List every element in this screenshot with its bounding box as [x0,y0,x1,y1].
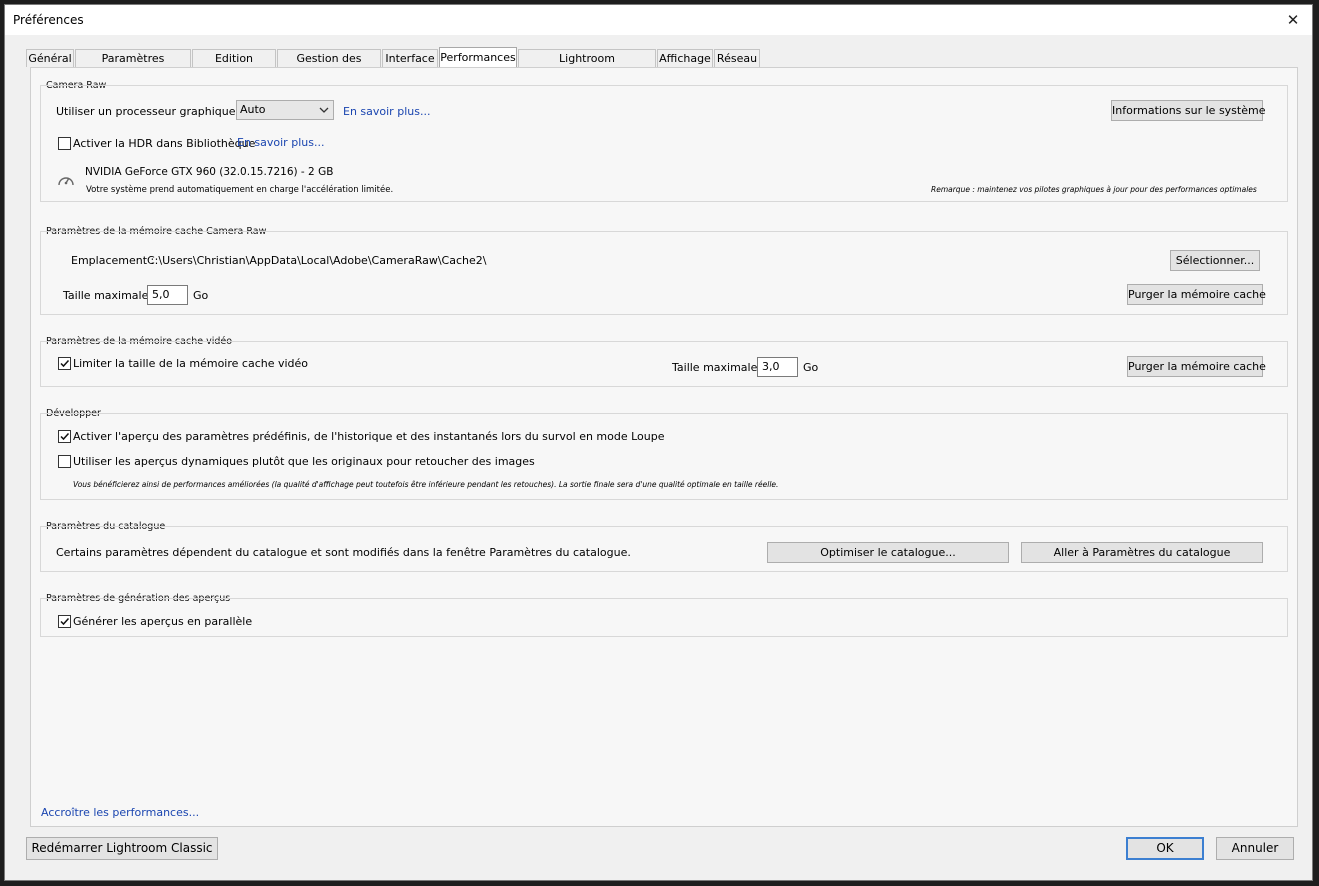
raw-unit: Go [193,289,209,302]
optimize-catalog-button-label: Optimiser le catalogue... [820,546,956,559]
tab-general[interactable]: Général [26,49,74,67]
system-info-button-label: Informations sur le système [1112,104,1266,117]
optimize-catalog-button[interactable]: Optimiser le catalogue... [767,542,1009,563]
parallel-previews-checkbox[interactable] [58,615,71,628]
more-performance-link[interactable]: Accroître les performances... [41,806,199,819]
system-info-button[interactable]: Informations sur le système [1111,100,1266,121]
goto-catalog-settings-button-label: Aller à Paramètres du catalogue [1053,546,1231,559]
smart-previews-note: Vous bénéficierez ainsi de performances … [73,480,779,489]
video-max-size-input[interactable]: 3,0 [757,357,798,377]
tab-external-editing[interactable]: Edition externe [192,49,276,83]
goto-catalog-settings-button[interactable]: Aller à Paramètres du catalogue [1021,542,1263,563]
loupe-preview-label: Activer l'aperçu des paramètres prédéfin… [73,430,665,443]
raw-max-size-label: Taille maximale : [63,289,156,302]
checkmark-icon [60,432,70,441]
ok-button[interactable]: OK [1126,837,1204,860]
location-value: C:\Users\Christian\AppData\Local\Adobe\C… [147,254,487,267]
tab-network[interactable]: Réseau [714,49,760,67]
location-label: Emplacement : [71,254,155,267]
limit-video-cache-checkbox[interactable] [58,357,71,370]
hdr-checkbox[interactable] [58,137,71,150]
driver-note: Remarque : maintenez vos pilotes graphiq… [931,185,1257,194]
video-purge-button[interactable]: Purger la mémoire cache [1127,356,1266,377]
restart-lightroom-button-label: Redémarrer Lightroom Classic [31,841,213,855]
smart-previews-label: Utiliser les aperçus dynamiques plutôt q… [73,455,535,468]
hdr-label: Activer la HDR dans Bibliothèque [73,137,256,150]
select-location-button[interactable]: Sélectionner... [1170,250,1260,271]
chevron-down-icon [319,107,329,113]
select-location-button-label: Sélectionner... [1175,254,1255,267]
gpu-select-value: Auto [240,103,266,116]
tab-display[interactable]: Affichage [657,49,713,67]
performances-panel: Camera Raw Utiliser un processeur graphi… [30,67,1298,827]
tab-presets[interactable]: Paramètres prédéfinis [75,49,191,83]
tab-label: Interface [385,52,435,65]
tab-label: Affichage [659,52,711,65]
gpu-select[interactable]: Auto [236,100,334,120]
limit-video-cache-label: Limiter la taille de la mémoire cache vi… [73,357,309,370]
raw-purge-button-label: Purger la mémoire cache [1128,288,1266,301]
cancel-button[interactable]: Annuler [1216,837,1294,860]
tab-label: Réseau [716,52,758,65]
gpu-label: Utiliser un processeur graphique : [56,105,243,118]
loupe-preview-checkbox[interactable] [58,430,71,443]
ok-button-label: OK [1156,841,1174,855]
tab-label: Général [28,52,72,65]
tab-interface[interactable]: Interface [382,49,438,67]
raw-max-size-input[interactable]: 5,0 [147,285,188,305]
close-icon[interactable]: ✕ [1280,7,1306,33]
cache-raw-group [40,231,1288,315]
window-title: Préférences [13,13,84,27]
tab-label: Performances [440,51,516,64]
preferences-dialog: Préférences ✕ Général Paramètres prédéfi… [4,4,1313,881]
parallel-previews-label: Générer les aperçus en parallèle [73,615,253,628]
smart-previews-checkbox[interactable] [58,455,71,468]
checkmark-icon [60,617,70,626]
video-purge-button-label: Purger la mémoire cache [1128,360,1266,373]
hdr-learn-more-link[interactable]: En savoir plus... [237,136,324,149]
gpu-name: NVIDIA GeForce GTX 960 (32.0.15.7216) - … [85,166,334,178]
video-unit: Go [803,361,819,374]
raw-purge-button[interactable]: Purger la mémoire cache [1127,284,1266,305]
restart-lightroom-button[interactable]: Redémarrer Lightroom Classic [26,837,218,860]
tab-lightroom-sync[interactable]: Lightroom Synchronisation [518,49,656,83]
checkmark-icon [60,359,70,368]
catalog-description: Certains paramètres dépendent du catalog… [56,546,631,559]
gauge-icon [58,177,74,186]
gpu-status: Votre système prend automatiquement en c… [86,185,394,195]
gpu-learn-more-link[interactable]: En savoir plus... [343,105,430,118]
cancel-button-label: Annuler [1231,841,1279,855]
title-bar: Préférences ✕ [5,5,1312,35]
video-max-size-label: Taille maximale : [672,361,765,374]
tab-file-handling[interactable]: Gestion des fichiers [277,49,381,83]
